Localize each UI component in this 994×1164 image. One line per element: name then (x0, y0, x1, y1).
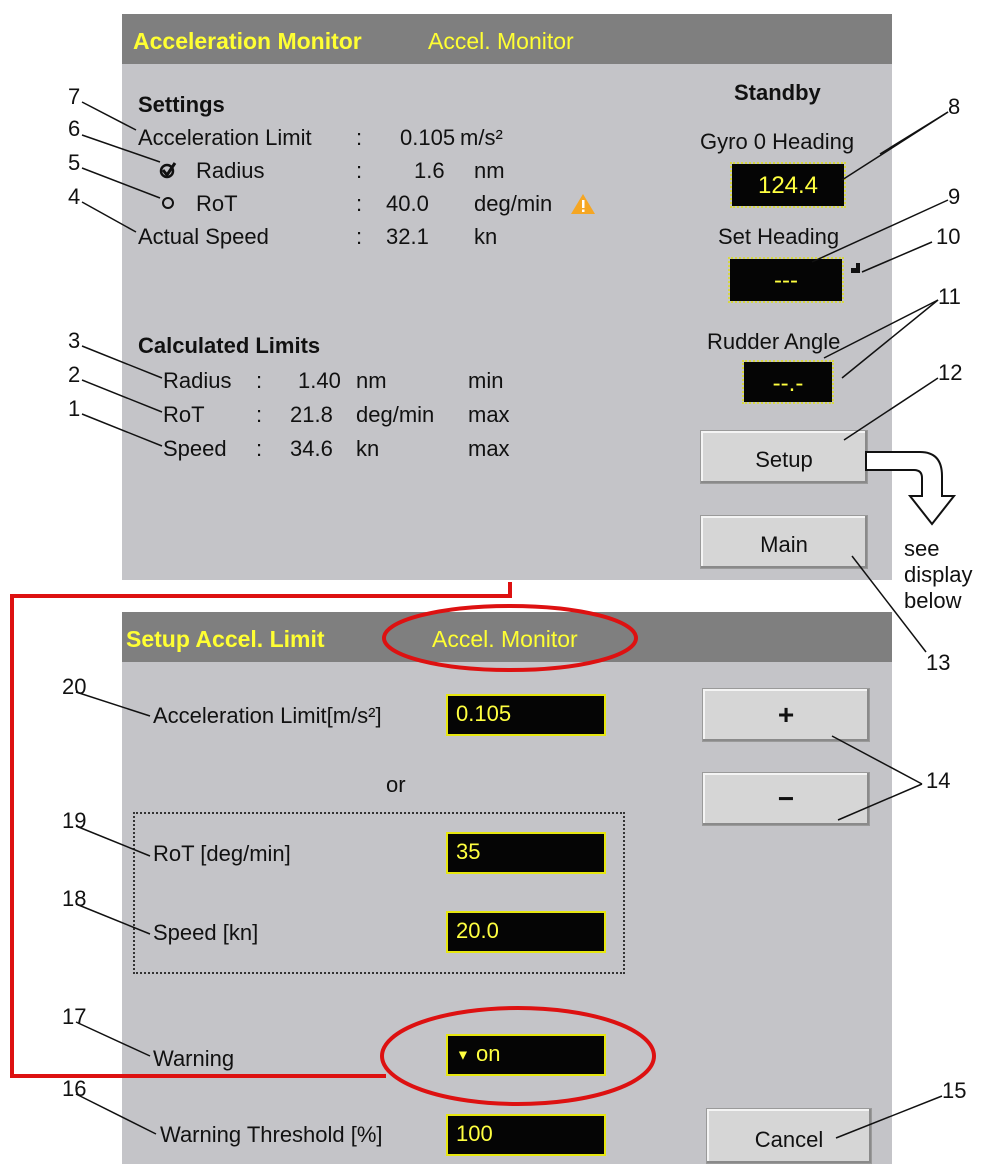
curved-arrow-icon (865, 451, 957, 526)
annotation-overlay (10, 101, 957, 1139)
